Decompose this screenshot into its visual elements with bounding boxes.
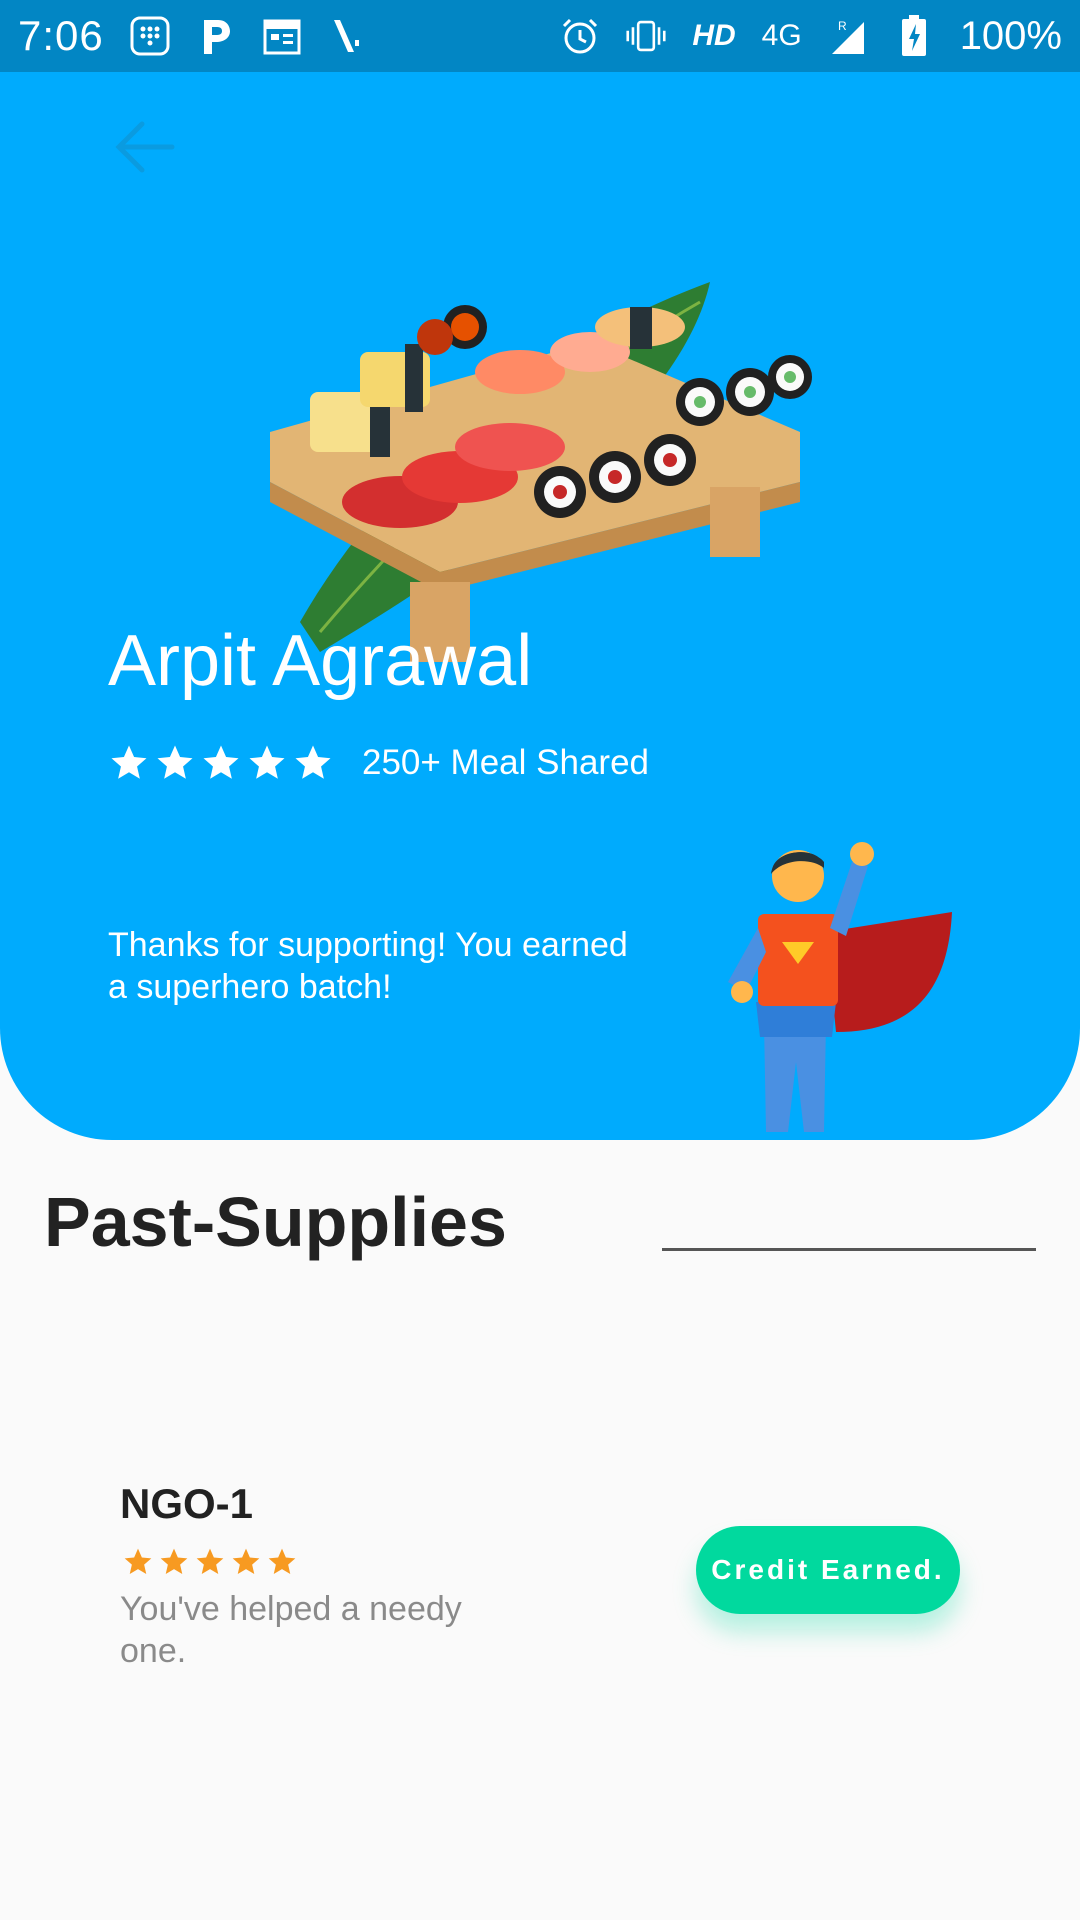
- battery-charging-icon: [894, 15, 934, 56]
- star-icon: [157, 745, 193, 779]
- user-rating-row: 250+ Meal Shared: [108, 742, 649, 784]
- clock: 7:06: [18, 12, 104, 59]
- star-icon: [160, 1548, 188, 1574]
- star-icon: [249, 745, 285, 779]
- superhero-badge-icon: [728, 842, 952, 1132]
- thanks-message: Thanks for supporting! You earned a supe…: [108, 926, 628, 1006]
- ngo-message: You've helped a needy one.: [120, 1590, 462, 1670]
- network-type: 4G: [761, 19, 802, 52]
- status-bar-right: HD 4G R 100%: [560, 14, 1062, 59]
- signal-icon: R: [828, 16, 868, 56]
- calendar-notification-icon: [262, 16, 302, 56]
- profile-header: Arpit Agrawal 250+ Meal Shared Thanks fo…: [0, 72, 1080, 1140]
- app-notification-icon: [328, 16, 368, 56]
- star-icon: [268, 1548, 296, 1574]
- sushi-platter-image: [270, 282, 812, 662]
- supply-card: NGO-1 You've helped a needy one. Credit …: [120, 1470, 980, 1710]
- ngo-name: NGO-1: [120, 1480, 254, 1527]
- star-icon: [124, 1548, 152, 1574]
- svg-text:R: R: [838, 19, 847, 33]
- star-icon: [295, 745, 331, 779]
- hd-indicator: HD: [692, 19, 736, 52]
- star-icon: [203, 745, 239, 779]
- section-divider: [662, 1248, 1036, 1251]
- dialpad-notification-icon: [130, 16, 170, 56]
- ngo-rating-stars: [122, 1546, 298, 1578]
- status-bar: 7:06 HD 4G R 100%: [0, 0, 1080, 72]
- past-supplies-title: Past-Supplies: [44, 1183, 507, 1261]
- star-icon: [196, 1548, 224, 1574]
- alarm-icon: [560, 16, 600, 56]
- star-icon: [232, 1548, 260, 1574]
- vibrate-icon: [626, 16, 666, 56]
- back-arrow-icon[interactable]: [110, 112, 180, 182]
- meals-shared-count: 250+ Meal Shared: [362, 743, 650, 782]
- battery-percentage: 100%: [959, 13, 1062, 58]
- user-rating-stars: [108, 742, 334, 784]
- status-bar-left: 7:06: [18, 12, 368, 60]
- star-icon: [111, 745, 147, 779]
- credit-earned-button[interactable]: Credit Earned.: [696, 1526, 960, 1614]
- parking-app-icon: [196, 16, 236, 56]
- user-name: Arpit Agrawal: [108, 621, 533, 701]
